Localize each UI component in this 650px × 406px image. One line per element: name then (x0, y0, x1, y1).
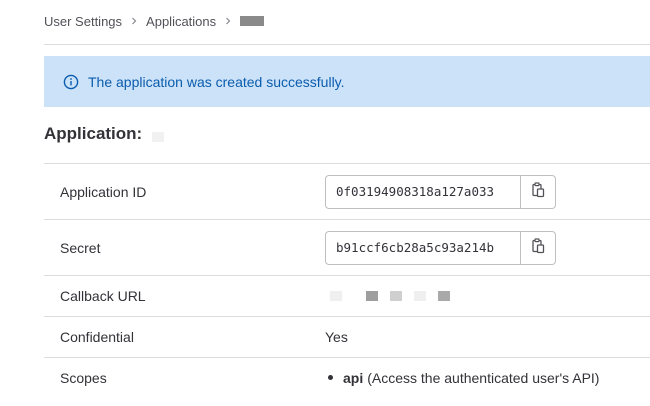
application-details-table: Application ID 0f03194908318a127a033 Sec… (44, 163, 650, 397)
info-circle-icon (63, 74, 79, 90)
redaction-block (390, 291, 402, 301)
scope-description: (Access the authenticated user's API) (367, 369, 600, 386)
secret-value-cell: b91ccf6cb28a5c93a214b (325, 230, 556, 265)
secret-field[interactable]: b91ccf6cb28a5c93a214b (325, 230, 521, 265)
header-divider (44, 44, 650, 45)
clipboard-icon (531, 238, 545, 257)
secret-copy-group: b91ccf6cb28a5c93a214b (325, 230, 556, 265)
redaction-block (330, 291, 342, 301)
secret-label: Secret (60, 239, 101, 256)
confidential-value: Yes (325, 329, 348, 345)
table-row-confidential: Confidential Yes (44, 316, 650, 357)
copy-secret-button[interactable] (521, 230, 556, 265)
breadcrumb-user-settings[interactable]: User Settings (44, 14, 122, 29)
alert-message: The application was created successfully… (88, 73, 345, 90)
table-row-application-id: Application ID 0f03194908318a127a033 (44, 163, 650, 219)
callback-url-label: Callback URL (60, 288, 146, 304)
application-id-field[interactable]: 0f03194908318a127a033 (325, 174, 521, 209)
application-id-label: Application ID (60, 183, 147, 200)
breadcrumb-current-redacted[interactable] (240, 16, 265, 26)
application-heading-label: Application: (44, 124, 143, 143)
clipboard-icon (531, 182, 545, 201)
redaction-block (414, 291, 426, 301)
application-id-copy-group: 0f03194908318a127a033 (325, 174, 556, 209)
success-alert: The application was created successfully… (44, 56, 650, 107)
chevron-right-icon (130, 17, 138, 25)
table-row-callback-url: Callback URL (44, 275, 650, 316)
scopes-list: api (Access the authenticated user's API… (325, 370, 599, 386)
confidential-label: Confidential (60, 329, 134, 345)
breadcrumb-applications[interactable]: Applications (146, 14, 216, 29)
breadcrumb: User Settings Applications (44, 12, 265, 30)
redaction-block (438, 291, 450, 301)
chevron-right-icon (224, 17, 232, 25)
callback-url-redacted (325, 291, 450, 301)
table-row-scopes: Scopes api (Access the authenticated use… (44, 357, 650, 397)
application-id-value-cell: 0f03194908318a127a033 (325, 174, 556, 209)
application-heading: Application: (44, 124, 165, 144)
table-row-secret: Secret b91ccf6cb28a5c93a214b (44, 219, 650, 275)
list-item: api (Access the authenticated user's API… (325, 370, 599, 386)
redaction-block (354, 291, 366, 301)
scopes-label: Scopes (60, 369, 107, 386)
application-name-redacted (152, 132, 165, 142)
bullet-icon (328, 375, 333, 380)
redaction-block (366, 291, 378, 301)
scope-name: api (343, 369, 364, 386)
copy-application-id-button[interactable] (521, 174, 556, 209)
